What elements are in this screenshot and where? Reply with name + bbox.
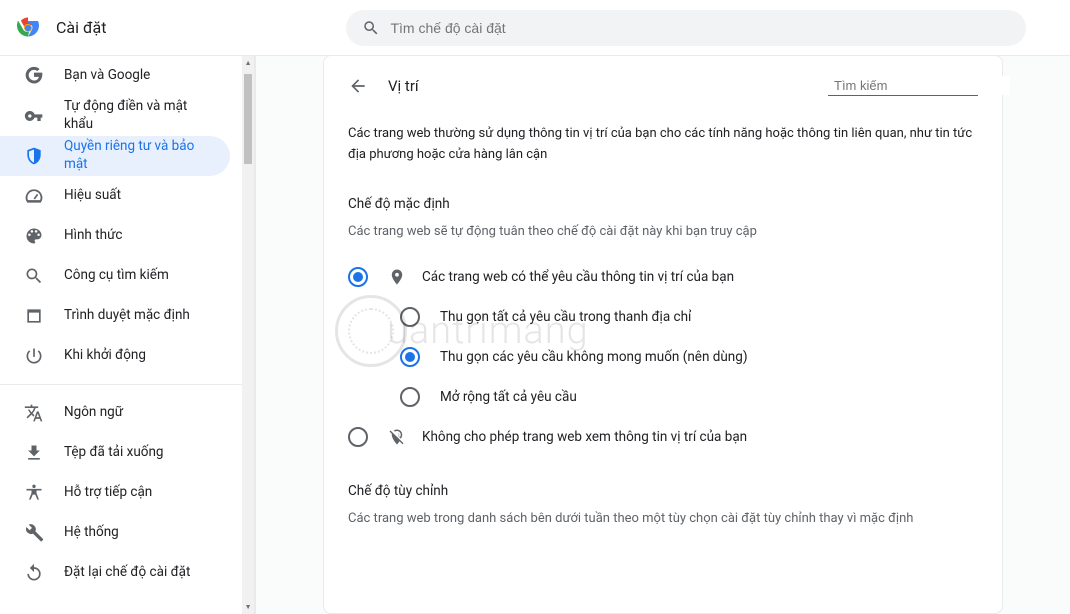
reset-icon [24, 563, 44, 583]
option-block[interactable]: Không cho phép trang web xem thông tin v… [348, 417, 978, 457]
sidebar-item-label: Quyền riêng tư và bảo mật [64, 138, 206, 173]
page-description: Các trang web thường sử dụng thông tin v… [348, 124, 978, 166]
sidebar-item-appearance[interactable]: Hình thức [0, 216, 230, 256]
nav-divider [0, 384, 242, 385]
global-search-input[interactable] [390, 20, 1010, 36]
app-title: Cài đặt [56, 18, 106, 37]
custom-mode-title: Chế độ tùy chỉnh [348, 483, 978, 499]
palette-icon [24, 226, 44, 246]
option-label: Mở rộng tất cả yêu cầu [440, 389, 577, 405]
option-collapse-unwanted[interactable]: Thu gọn các yêu cầu không mong muốn (nên… [348, 337, 978, 377]
sidebar-item-label: Công cụ tìm kiếm [64, 267, 169, 285]
google-icon [24, 66, 44, 86]
option-sites-can-ask[interactable]: Các trang web có thể yêu cầu thông tin v… [348, 257, 978, 297]
settings-panel: Vị trí Các trang web thường sử dụng thôn… [323, 55, 1003, 614]
sidebar-item-label: Bạn và Google [64, 67, 150, 85]
sidebar-item-autofill[interactable]: Tự động điền và mật khẩu [0, 96, 230, 136]
sidebar-item-label: Ngôn ngữ [64, 404, 123, 422]
location-pin-icon [388, 268, 406, 286]
option-label: Không cho phép trang web xem thông tin v… [422, 429, 747, 445]
scrollbar-thumb[interactable] [244, 74, 252, 164]
sidebar-item-search[interactable]: Công cụ tìm kiếm [0, 256, 230, 296]
option-label: Thu gọn tất cả yêu cầu trong thanh địa c… [440, 309, 691, 325]
page-search-input[interactable] [834, 76, 1010, 95]
option-expand-all[interactable]: Mở rộng tất cả yêu cầu [348, 377, 978, 417]
sidebar-scrollbar[interactable]: ▲ ▼ [242, 56, 254, 614]
sidebar-item-languages[interactable]: Ngôn ngữ [0, 393, 230, 433]
sidebar-item-downloads[interactable]: Tệp đã tải xuống [0, 433, 230, 473]
search-icon [24, 266, 44, 286]
default-mode-subtitle: Các trang web sẽ tự động tuân theo chế đ… [348, 224, 978, 239]
global-search[interactable] [346, 10, 1026, 46]
sidebar-item-performance[interactable]: Hiệu suất [0, 176, 230, 216]
sidebar-item-label: Hệ thống [64, 524, 119, 542]
option-label: Các trang web có thể yêu cầu thông tin v… [422, 269, 734, 285]
sidebar-item-label: Đặt lại chế độ cài đặt [64, 564, 190, 582]
back-arrow-icon[interactable] [348, 76, 368, 96]
speedometer-icon [24, 186, 44, 206]
sidebar-item-label: Trình duyệt mặc định [64, 307, 190, 325]
wrench-icon [24, 523, 44, 543]
sidebar-item-label: Hình thức [64, 227, 122, 245]
key-icon [24, 106, 44, 126]
sidebar: Bạn và Google Tự động điền và mật khẩu Q… [0, 56, 242, 614]
scroll-up-icon[interactable]: ▲ [242, 56, 254, 70]
radio-checked-icon[interactable] [400, 347, 420, 367]
chrome-logo-icon [16, 16, 40, 40]
browser-icon [24, 306, 44, 326]
sidebar-item-privacy[interactable]: Quyền riêng tư và bảo mật [0, 136, 230, 176]
radio-icon[interactable] [400, 307, 420, 327]
radio-icon[interactable] [348, 427, 368, 447]
location-off-icon [388, 428, 406, 446]
search-icon [362, 19, 380, 37]
sidebar-item-label: Hiệu suất [64, 187, 121, 205]
sidebar-item-you[interactable]: Bạn và Google [0, 56, 230, 96]
radio-icon[interactable] [400, 387, 420, 407]
sidebar-item-label: Tệp đã tải xuống [64, 444, 164, 462]
download-icon [24, 443, 44, 463]
shield-icon [24, 146, 44, 166]
page-search[interactable] [828, 76, 978, 96]
accessibility-icon [24, 483, 44, 503]
sidebar-item-system[interactable]: Hệ thống [0, 513, 230, 553]
power-icon [24, 346, 44, 366]
scroll-down-icon[interactable]: ▼ [242, 600, 254, 614]
option-label: Thu gọn các yêu cầu không mong muốn (nên… [440, 349, 748, 365]
default-mode-title: Chế độ mặc định [348, 196, 978, 212]
radio-checked-icon[interactable] [348, 267, 368, 287]
sidebar-item-label: Tự động điền và mật khẩu [64, 98, 206, 133]
option-collapse-all[interactable]: Thu gọn tất cả yêu cầu trong thanh địa c… [348, 297, 978, 337]
sidebar-item-startup[interactable]: Khi khởi động [0, 336, 230, 376]
sidebar-item-default-browser[interactable]: Trình duyệt mặc định [0, 296, 230, 336]
translate-icon [24, 403, 44, 423]
page-title: Vị trí [388, 77, 828, 95]
sidebar-item-label: Hỗ trợ tiếp cận [64, 484, 152, 502]
sidebar-item-label: Khi khởi động [64, 347, 146, 365]
custom-mode-subtitle: Các trang web trong danh sách bên dưới t… [348, 511, 978, 526]
sidebar-item-reset[interactable]: Đặt lại chế độ cài đặt [0, 553, 230, 593]
sidebar-item-accessibility[interactable]: Hỗ trợ tiếp cận [0, 473, 230, 513]
